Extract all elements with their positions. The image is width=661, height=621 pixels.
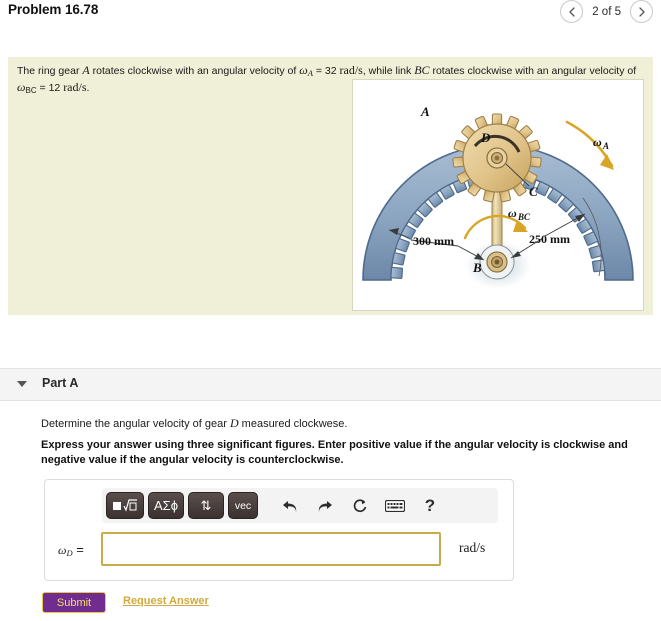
omega-bc-figure-label: ω [508, 206, 517, 220]
template-sqrt-icon [113, 498, 137, 512]
omega-a-value: = 32 [312, 65, 337, 77]
stmt-end: . [86, 81, 90, 94]
figure-svg: ω A ω BC A D C B 300 mm 250 mm [362, 104, 634, 289]
dim-250mm-label: 250 mm [529, 232, 570, 246]
stmt-part4: rotates clockwise with an angular veloci… [429, 65, 637, 77]
ring-gear-symbol: A [82, 63, 90, 77]
undo-icon[interactable] [280, 495, 300, 517]
circular-arrow-icon [353, 498, 367, 512]
updown-arrows-button[interactable]: ⇅ [188, 492, 224, 519]
prompt-part2: measured clockwese. [238, 418, 348, 430]
stmt-part1: The ring gear [17, 65, 83, 77]
omega-bc-figure-subscript: BC [517, 212, 531, 222]
help-label: ? [424, 495, 436, 515]
updown-arrows-label: ⇅ [200, 497, 212, 513]
answer-variable-label: ωD = [58, 542, 84, 558]
help-icon[interactable]: ? [420, 495, 440, 517]
problem-navigation: 2 of 5 [560, 0, 653, 23]
omega-a-symbol: ω [299, 63, 308, 77]
equals-sign: = [76, 542, 84, 557]
onscreen-keyboard-icon [385, 499, 405, 512]
vector-label: vec [234, 499, 252, 512]
keyboard-icon[interactable] [385, 495, 405, 517]
omega-bc-units: rad/s [63, 79, 87, 94]
omega-a-figure-label: ω [593, 135, 602, 149]
answer-units: rad/s [459, 540, 486, 555]
undo-arrow-icon [283, 500, 297, 512]
omega-a-units: rad/s [339, 63, 363, 77]
next-problem-button[interactable] [630, 0, 653, 23]
omega-bc-subscript: BC [25, 85, 37, 95]
math-template-button[interactable] [106, 492, 144, 519]
question-prompt: Determine the angular velocity of gear D… [41, 416, 641, 431]
pin-b-figure-label: B [472, 260, 482, 275]
greek-letters-button[interactable]: ΑΣϕ [148, 492, 184, 519]
submit-button[interactable]: Submit [42, 592, 106, 613]
link-bc-symbol: BC [414, 63, 430, 77]
omega-a-figure-subscript: A [602, 141, 609, 151]
reset-icon[interactable] [350, 495, 370, 517]
stmt-part3: , while link [362, 65, 415, 77]
part-a-header[interactable]: Part A [0, 368, 661, 401]
question-instruction: Express your answer using three signific… [41, 439, 628, 466]
answer-input-row: ωD = rad/s [45, 532, 515, 572]
pinion-figure-label: D [480, 130, 491, 145]
page-header: Problem 16.78 2 of 5 [0, 0, 661, 30]
redo-icon[interactable] [315, 495, 335, 517]
omega-d-subscript: D [66, 547, 73, 558]
answer-input[interactable] [101, 532, 441, 566]
ring-gear-figure-label: A [420, 104, 430, 119]
vector-button[interactable]: vec [228, 492, 258, 519]
omega-bc-value: = 12 [36, 81, 61, 94]
page-title: Problem 16.78 [8, 2, 99, 17]
dim-300mm-label: 300 mm [413, 234, 454, 248]
problem-page: Problem 16.78 2 of 5 The ring gear A rot… [0, 0, 661, 621]
pin-joint-B [479, 244, 515, 280]
math-toolbar: ΑΣϕ ⇅ vec ? [102, 488, 498, 523]
ring-gear-mechanism-figure: ω A ω BC A D C B 300 mm 250 mm [352, 79, 644, 311]
greek-letters-label: ΑΣϕ [154, 498, 178, 513]
pin-c-figure-label: C [529, 184, 538, 199]
prompt-part1: Determine the angular velocity of gear [41, 418, 230, 430]
problem-counter: 2 of 5 [592, 5, 621, 18]
problem-statement-panel: The ring gear A rotates clockwise with a… [8, 57, 653, 315]
caret-down-icon[interactable] [17, 381, 27, 387]
answer-card: ΑΣϕ ⇅ vec ? ωD = rad/s [44, 479, 514, 581]
part-a-label: Part A [42, 376, 79, 390]
gear-d-symbol: D [229, 416, 239, 430]
redo-arrow-icon [318, 500, 332, 512]
chevron-right-icon [638, 6, 645, 17]
chevron-left-icon [569, 6, 575, 17]
prev-problem-button[interactable] [560, 0, 584, 23]
request-answer-link[interactable]: Request Answer [123, 595, 209, 607]
stmt-part2: rotates clockwise with an angular veloci… [89, 65, 300, 77]
